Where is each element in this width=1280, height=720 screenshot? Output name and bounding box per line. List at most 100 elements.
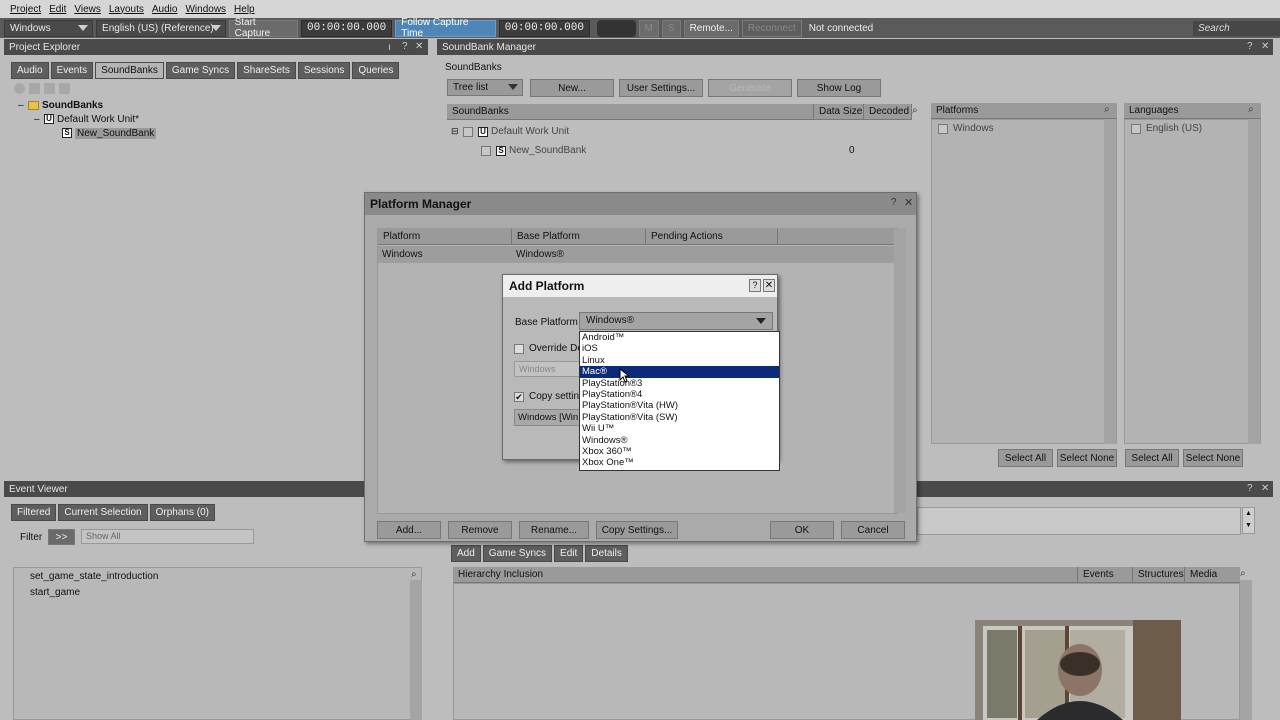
languages-scrollbar[interactable] <box>1248 119 1260 444</box>
show-log-button[interactable]: Show Log <box>797 79 881 97</box>
tab-sharesets[interactable]: ShareSets <box>237 62 296 79</box>
rename-platform-button[interactable]: Rename... <box>519 521 589 539</box>
tab-audio[interactable]: Audio <box>11 62 49 79</box>
menu-edit[interactable]: Edit <box>49 4 66 15</box>
follow-capture-time-button[interactable]: Follow Capture Time <box>395 17 496 39</box>
search-icon[interactable]: ⌕ <box>1104 104 1110 115</box>
search-icon[interactable]: ⌕ <box>912 105 918 116</box>
platform-name-input[interactable]: Windows <box>514 361 582 377</box>
menu-views[interactable]: Views <box>74 4 101 15</box>
close-icon[interactable]: ✕ <box>1261 41 1269 52</box>
close-icon[interactable]: ✕ <box>904 196 913 209</box>
square-icon[interactable] <box>59 83 70 94</box>
table-row[interactable]: S New_SoundBank 0 <box>451 141 855 160</box>
help-icon[interactable]: ? <box>402 41 408 52</box>
menu-help[interactable]: Help <box>234 4 255 15</box>
user-settings-button[interactable]: User Settings... <box>619 79 703 97</box>
languages-select-all-button[interactable]: Select All <box>1125 449 1179 467</box>
help-icon[interactable]: ? <box>1247 483 1253 494</box>
override-checkbox[interactable] <box>514 343 524 354</box>
tab-details[interactable]: Details <box>585 545 628 562</box>
square-icon[interactable] <box>44 83 55 94</box>
new-soundbank-button[interactable]: New... <box>530 79 614 97</box>
platforms-table-scrollbar[interactable] <box>894 229 906 513</box>
view-mode-select[interactable]: Tree list <box>447 79 523 96</box>
mute-button[interactable]: M <box>638 19 659 37</box>
table-row[interactable]: Windows Windows® <box>378 246 897 263</box>
ok-button[interactable]: OK <box>770 521 834 539</box>
solo-button[interactable]: S <box>661 19 681 37</box>
column-structures[interactable]: Structures <box>1133 567 1185 582</box>
pin-icon[interactable]: ı <box>388 42 391 53</box>
remote-button[interactable]: Remote... <box>683 19 739 37</box>
option-xboxone[interactable]: Xbox One™ <box>580 457 779 468</box>
checkbox[interactable] <box>481 145 491 156</box>
help-icon[interactable]: ? <box>891 197 897 208</box>
tab-filtered[interactable]: Filtered <box>11 504 57 521</box>
cancel-button[interactable]: Cancel <box>841 521 905 539</box>
filter-input[interactable]: Show All <box>81 529 254 544</box>
events-scrollbar[interactable] <box>410 580 422 720</box>
search-icon[interactable]: ⌕ <box>411 569 417 580</box>
copy-settings-button[interactable]: Copy Settings... <box>596 521 678 539</box>
tab-edit[interactable]: Edit <box>554 545 584 562</box>
languages-select-none-button[interactable]: Select None <box>1183 449 1243 467</box>
square-icon[interactable] <box>29 83 40 94</box>
tab-orphans[interactable]: Orphans (0) <box>149 504 215 521</box>
option-psvita-sw[interactable]: PlayStation®Vita (SW) <box>580 412 779 423</box>
help-icon[interactable]: ? <box>1247 41 1253 52</box>
tab-events[interactable]: Events <box>50 62 94 79</box>
column-data-size[interactable]: Data Size <box>814 104 864 119</box>
add-platform-button[interactable]: Add... <box>377 521 441 539</box>
option-linux[interactable]: Linux <box>580 355 779 366</box>
checkbox[interactable] <box>938 123 948 134</box>
list-item[interactable]: start_game <box>14 584 421 600</box>
notes-field[interactable] <box>917 507 1241 535</box>
list-item[interactable]: set_game_state_introduction <box>14 568 421 584</box>
column-soundbanks[interactable]: SoundBanks <box>447 104 814 119</box>
tab-add[interactable]: Add <box>451 545 481 562</box>
option-windows[interactable]: Windows® <box>580 435 779 446</box>
tab-soundbanks[interactable]: SoundBanks <box>95 62 164 79</box>
column-platform[interactable]: Platform <box>378 229 512 244</box>
search-input[interactable]: Search <box>1192 20 1280 36</box>
menu-audio[interactable]: Audio <box>152 4 178 15</box>
column-media[interactable]: Media <box>1185 567 1240 582</box>
platforms-scrollbar[interactable] <box>1104 119 1116 444</box>
close-icon[interactable]: ✕ <box>415 41 423 52</box>
list-item[interactable]: English (US) <box>1125 120 1260 137</box>
platform-select[interactable]: Windows <box>4 19 94 37</box>
copy-settings-checkbox[interactable]: ✔ <box>514 391 524 402</box>
tab-sessions[interactable]: Sessions <box>297 62 351 79</box>
checkbox[interactable] <box>1131 123 1141 134</box>
option-ps3[interactable]: PlayStation®3 <box>580 378 779 389</box>
option-ps4[interactable]: PlayStation®4 <box>580 389 779 400</box>
menu-layouts[interactable]: Layouts <box>109 4 144 15</box>
remove-platform-button[interactable]: Remove <box>448 521 512 539</box>
circle-icon[interactable] <box>14 83 25 94</box>
search-icon[interactable]: ⌕ <box>1240 568 1246 579</box>
filter-toggle-button[interactable]: >> <box>48 529 75 545</box>
spin-buttons[interactable]: ▲ ▼ <box>1242 507 1255 534</box>
column-base-platform[interactable]: Base Platform <box>512 229 646 244</box>
tree-item-work-unit[interactable]: – U Default Work Unit* <box>18 112 156 126</box>
list-item[interactable]: Windows <box>932 120 1116 137</box>
platforms-select-none-button[interactable]: Select None <box>1057 449 1117 467</box>
tab-queries[interactable]: Queries <box>352 62 400 79</box>
option-ios[interactable]: iOS <box>580 343 779 354</box>
language-select[interactable]: English (US) (Reference) <box>96 19 226 37</box>
tab-game-syncs[interactable]: Game Syncs <box>165 62 236 79</box>
option-wiiu[interactable]: Wii U™ <box>580 423 779 434</box>
option-android[interactable]: Android™ <box>580 332 779 343</box>
generate-button[interactable]: Generate <box>708 79 792 97</box>
table-row[interactable]: ⊟ U Default Work Unit <box>451 122 855 141</box>
platforms-select-all-button[interactable]: Select All <box>998 449 1053 467</box>
option-psvita-hw[interactable]: PlayStation®Vita (HW) <box>580 400 779 411</box>
column-hierarchy-inclusion[interactable]: Hierarchy Inclusion <box>453 567 1078 582</box>
search-icon[interactable]: ⌕ <box>1248 104 1254 115</box>
tree-item-new-soundbank[interactable]: S New_SoundBank <box>18 126 157 140</box>
copy-from-select[interactable]: Windows [Win <box>514 409 582 426</box>
base-platform-select[interactable]: Windows® <box>579 312 773 330</box>
menu-windows[interactable]: Windows <box>185 4 226 15</box>
checkbox[interactable] <box>463 126 473 137</box>
